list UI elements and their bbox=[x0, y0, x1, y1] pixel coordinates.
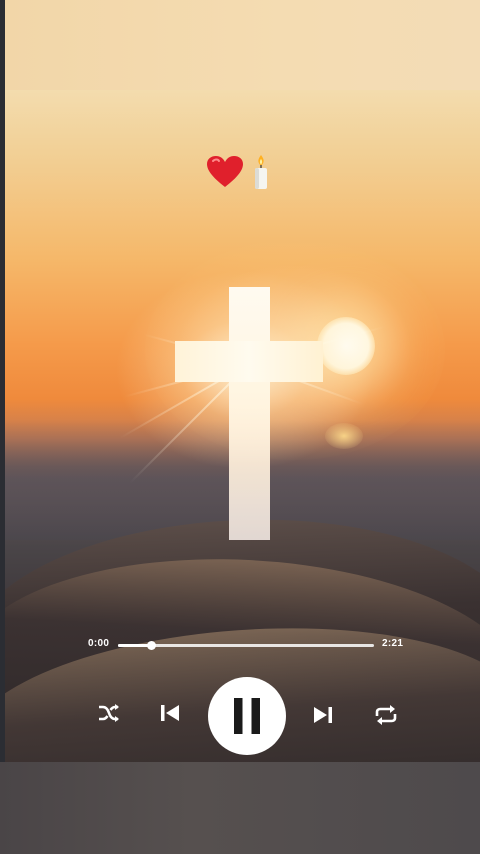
shuffle-button[interactable] bbox=[96, 700, 122, 726]
elapsed-time: 0:00 bbox=[88, 638, 110, 649]
cross-horizontal-beam bbox=[175, 341, 323, 382]
pause-icon bbox=[234, 698, 260, 734]
bottom-band bbox=[0, 762, 480, 854]
top-band bbox=[0, 0, 480, 90]
skip-previous-icon bbox=[161, 705, 179, 721]
cross-vertical-beam bbox=[229, 287, 270, 540]
playback-controls bbox=[0, 676, 480, 756]
repeat-icon bbox=[375, 705, 397, 725]
seek-bar[interactable] bbox=[118, 641, 374, 650]
total-time: 2:21 bbox=[382, 638, 404, 649]
seek-bar-fill bbox=[118, 644, 152, 647]
seek-thumb[interactable] bbox=[147, 641, 157, 650]
repeat-button[interactable] bbox=[372, 702, 400, 728]
previous-track-button[interactable] bbox=[157, 700, 183, 726]
playback-progress: 0:00 2:21 bbox=[88, 634, 408, 656]
next-track-button[interactable] bbox=[310, 702, 336, 728]
emoji-row bbox=[206, 152, 272, 192]
skip-next-icon bbox=[314, 707, 332, 723]
candle-icon bbox=[255, 155, 267, 189]
heart-icon bbox=[207, 156, 243, 187]
shuffle-icon bbox=[99, 704, 119, 722]
pause-button[interactable] bbox=[208, 677, 286, 755]
